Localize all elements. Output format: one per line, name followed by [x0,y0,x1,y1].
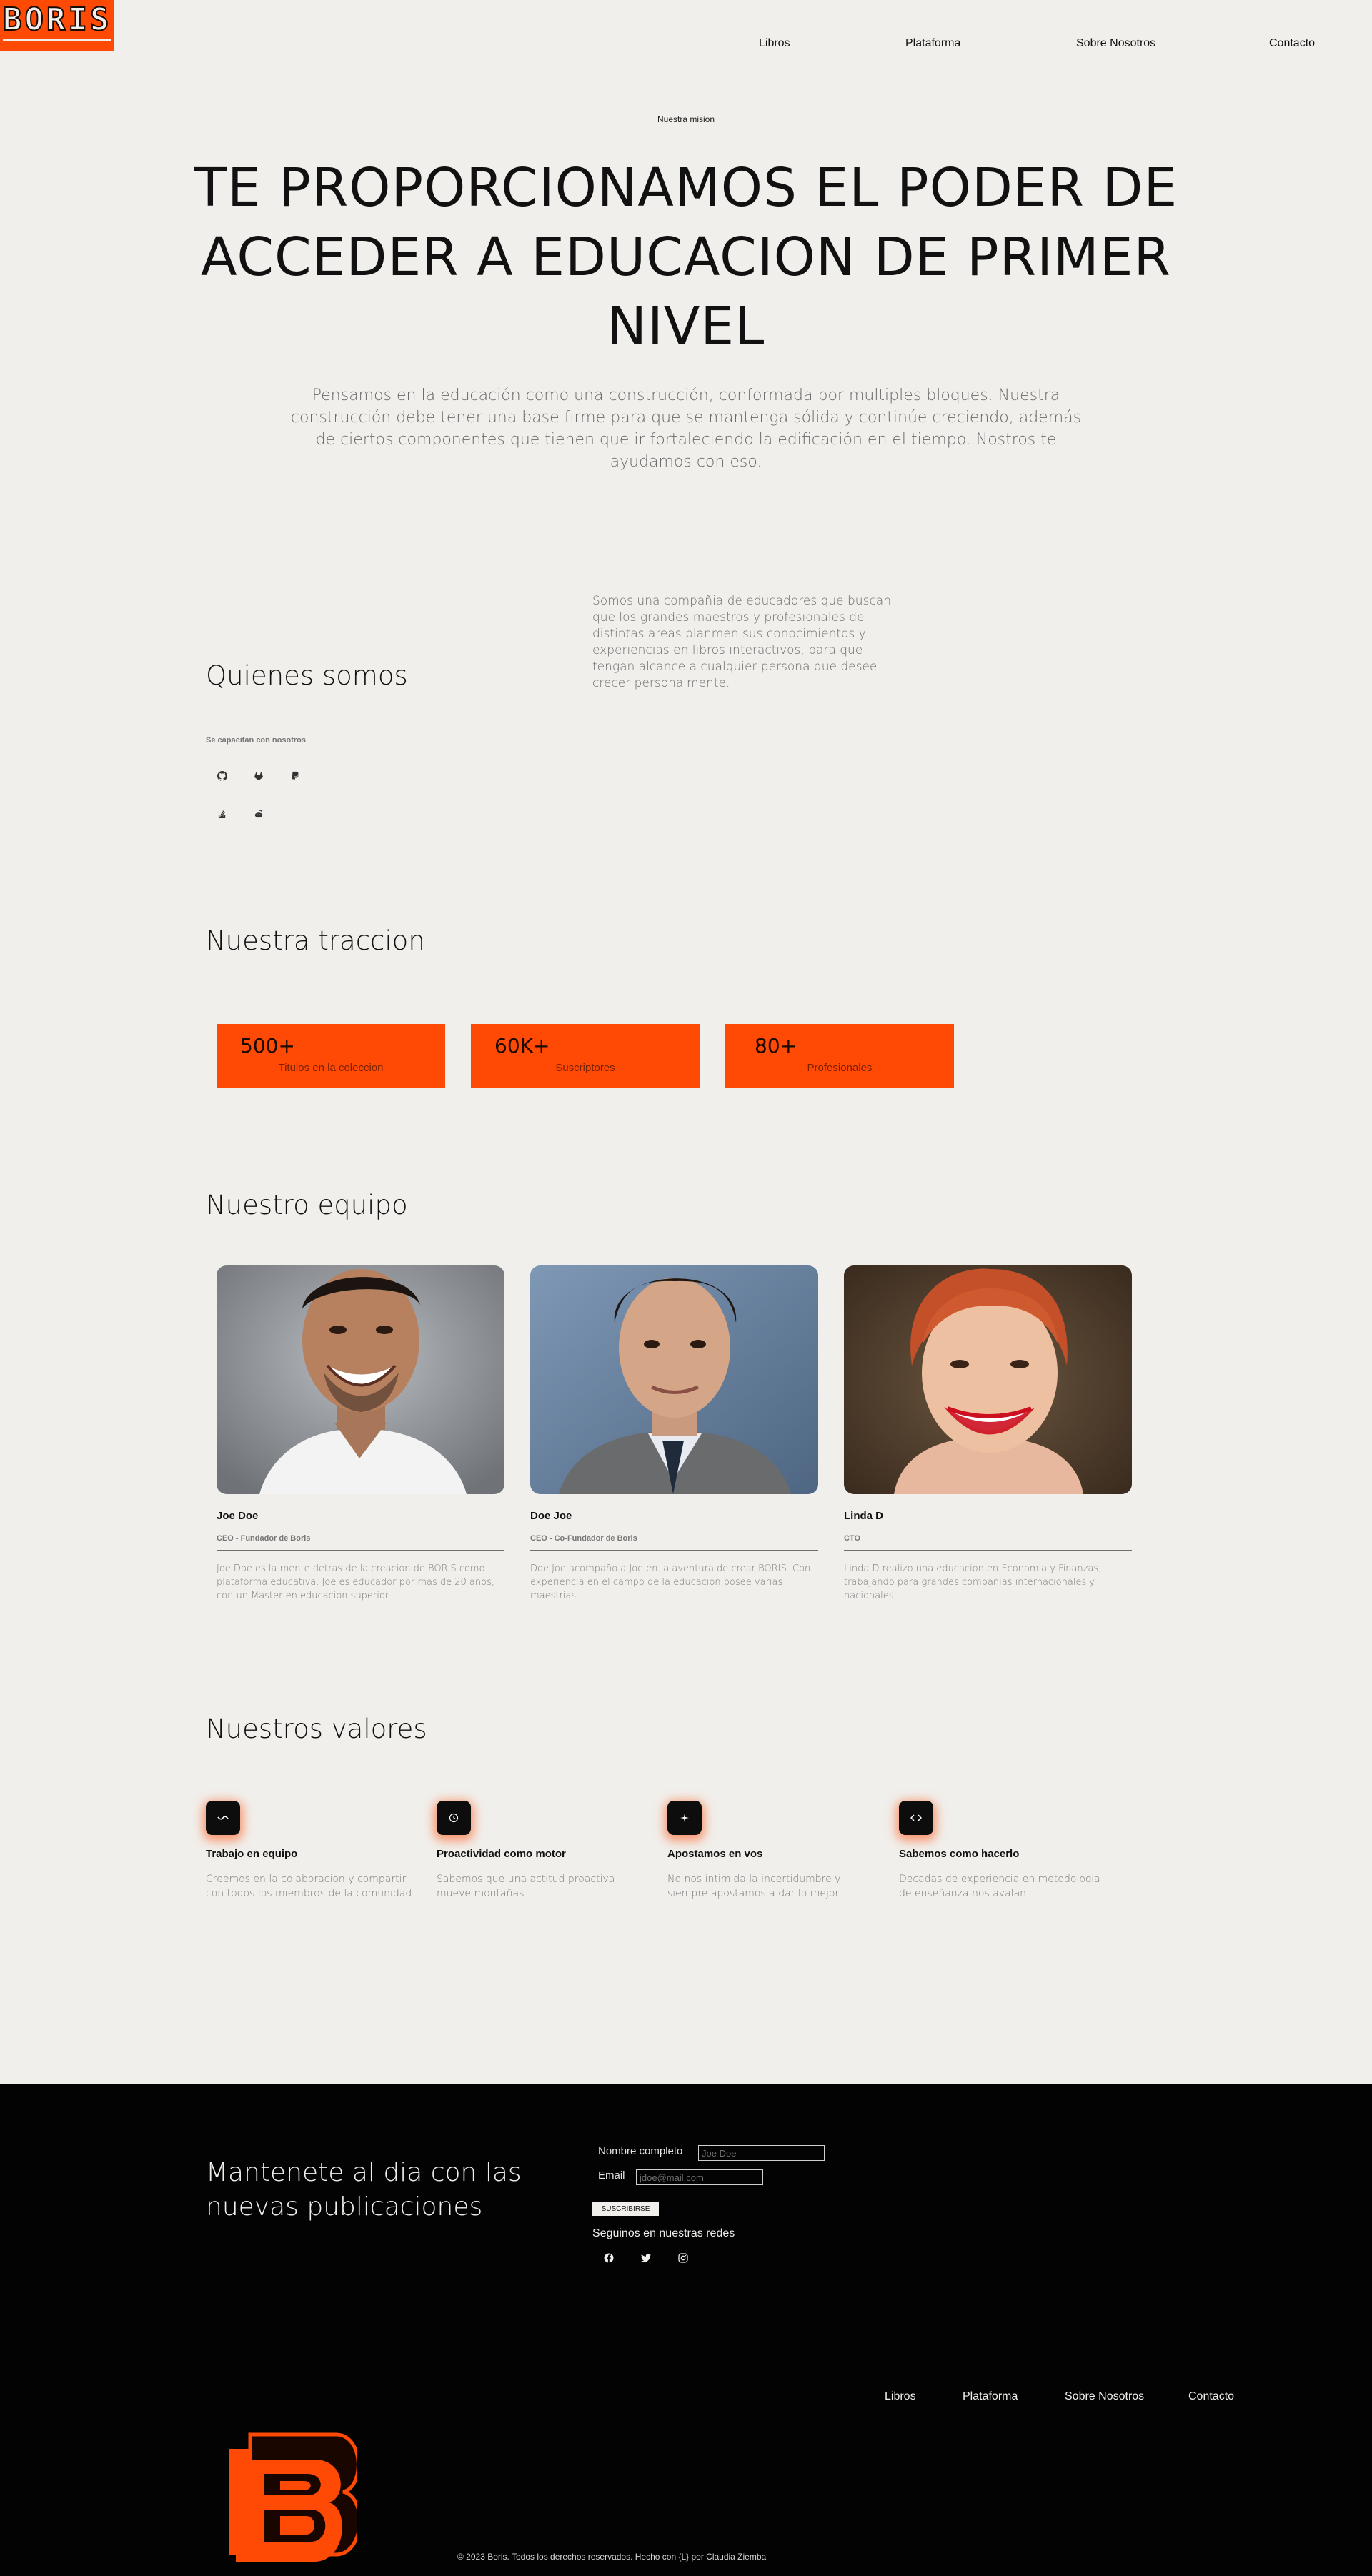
team-name: Joe Doe [217,1510,259,1522]
stat-card: 500+ Titulos en la coleccion [217,1024,445,1088]
stat-card: 80+ Profesionales [725,1024,954,1088]
stat-label: Profesionales [807,1062,873,1074]
stat-value: 80+ [755,1034,797,1058]
hero-eyebrow: Nuestra mision [657,114,715,124]
values-title: Nuestros valores [206,1714,427,1744]
value-title: Trabajo en equipo [206,1848,298,1860]
stat-value: 60K+ [494,1034,550,1058]
logo[interactable]: BORIS [0,0,114,51]
team-title: Nuestro equipo [206,1190,408,1220]
twitter-icon[interactable] [639,2251,653,2265]
team-photo-linda-d [844,1265,1132,1494]
value-title: Apostamos en vos [667,1848,763,1860]
name-field[interactable] [698,2145,825,2161]
divider [217,1550,504,1551]
name-label: Nombre completo [598,2145,683,2157]
footer-nav-libros[interactable]: Libros [885,2390,916,2403]
nav-contacto[interactable]: Contacto [1269,37,1315,50]
stat-value: 500+ [240,1034,295,1058]
gitlab-icon [252,770,265,782]
stat-card: 60K+ Suscriptores [471,1024,700,1088]
team-card: Linda D CTO Linda D realizo una educacio… [844,1265,1132,1601]
clock-icon [437,1801,471,1835]
footer-nav-sobre-nosotros[interactable]: Sobre Nosotros [1065,2390,1144,2403]
team-card: Joe Doe CEO - Fundador de Boris Joe Doe … [217,1265,504,1601]
value-desc: No nos intimida la incertidumbre y siemp… [667,1874,842,1899]
team-photo-doe-joe [530,1265,818,1494]
facebook-icon[interactable] [602,2251,616,2265]
sparkle-icon [667,1801,702,1835]
value-desc: Creemos en la colaboracion y compartir c… [206,1874,415,1899]
email-label: Email [598,2169,625,2182]
footer-nav-contacto[interactable]: Contacto [1188,2390,1234,2403]
newsletter-title: Mantenete al dia con las nuevas publicac… [206,2158,522,2222]
stat-label: Titulos en la coleccion [278,1062,384,1074]
github-icon [216,770,229,782]
stack-overflow-icon [216,807,229,820]
hero-title: TE PROPORCIONAMOS EL PODER DE ACCEDER A … [194,157,1178,357]
about-title: Quienes somos [206,660,408,691]
social-title: Seguinos en nuestras redes [592,2227,735,2239]
value-desc: Sabemos que una actitud proactiva mueve … [437,1874,615,1899]
team-card: Doe Joe CEO - Co-Fundador de Boris Doe J… [530,1265,818,1601]
team-photo-joe-doe [217,1265,504,1494]
nav-libros[interactable]: Libros [759,37,790,50]
code-icon [899,1801,933,1835]
footer: Mantenete al dia con las nuevas publicac… [0,2084,1372,2576]
logo-underline [3,39,111,41]
stat-label: Suscriptores [555,1062,615,1074]
partners-label: Se capacitan con nosotros [206,736,306,745]
instagram-icon[interactable] [676,2251,690,2265]
value-title: Sabemos como hacerlo [899,1848,1020,1860]
email-field[interactable] [636,2169,763,2185]
footer-nav-plataforma[interactable]: Plataforma [963,2390,1018,2403]
copyright: © 2023 Boris. Todos los derechos reserva… [457,2552,767,2562]
page: BORIS Libros Plataforma Sobre Nosotros C… [0,0,1372,2576]
team-role: CTO [844,1534,861,1543]
team-name: Linda D [844,1510,883,1522]
paypal-icon [289,770,302,782]
team-role: CEO - Fundador de Boris [217,1534,311,1543]
team-role: CEO - Co-Fundador de Boris [530,1534,637,1543]
value-title: Proactividad como motor [437,1848,566,1860]
hero-subtitle: Pensamos en la educación como una constr… [290,387,1082,471]
nav-plataforma[interactable]: Plataforma [905,37,960,50]
nav-sobre-nosotros[interactable]: Sobre Nosotros [1076,37,1155,50]
team-name: Doe Joe [530,1510,572,1522]
wave-icon [206,1801,240,1835]
value-desc: Decadas de experiencia en metodologia de… [899,1874,1100,1899]
footer-logo [229,2420,362,2563]
reddit-icon [252,807,265,820]
logo-text: BORIS [2,1,112,38]
traction-title: Nuestra traccion [206,925,425,956]
about-text: Somos una compañia de educadores que bus… [592,594,891,690]
team-bio: Doe Joe acompaño a Joe en la aventura de… [530,1563,811,1601]
team-bio: Linda D realizo una educacion en Economi… [844,1563,1102,1601]
divider [844,1550,1132,1551]
team-bio: Joe Doe es la mente detras de la creacio… [217,1563,494,1601]
subscribe-button[interactable]: SUSCRIBIRSE [592,2202,659,2216]
divider [530,1550,818,1551]
